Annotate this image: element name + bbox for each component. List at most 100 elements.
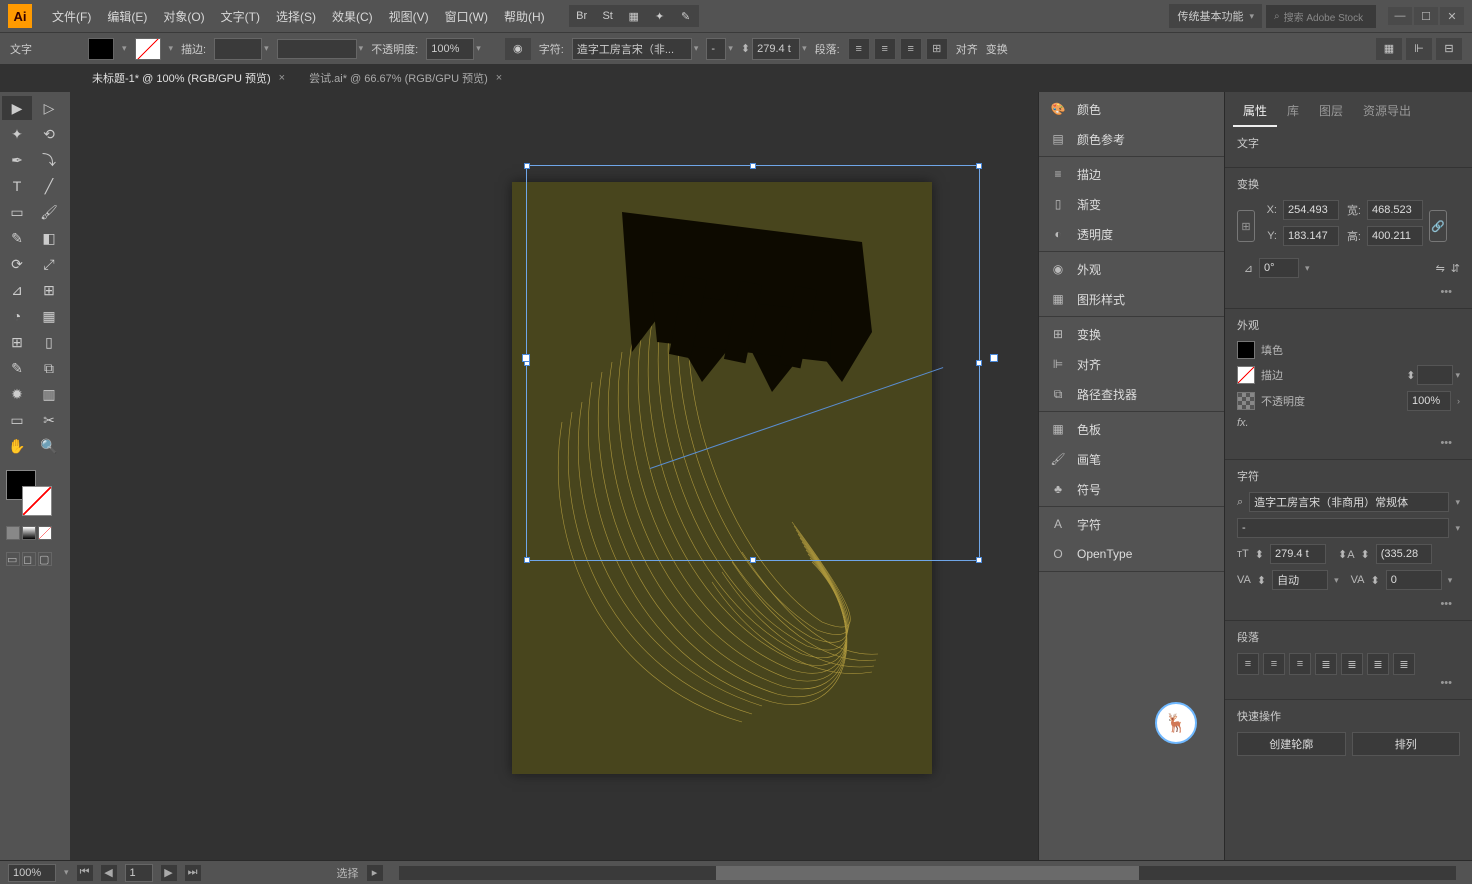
menu-select[interactable]: 选择(S): [268, 8, 324, 25]
width-tool[interactable]: ⊿: [2, 278, 32, 302]
align-center[interactable]: ≡: [874, 38, 896, 60]
more-options[interactable]: •••: [1237, 284, 1460, 300]
para-justify-center[interactable]: ≣: [1341, 653, 1363, 675]
shape-builder-tool[interactable]: ◔: [2, 304, 32, 328]
gradient-tool[interactable]: ▯: [34, 330, 64, 354]
selection-bounding-box[interactable]: [526, 165, 980, 561]
align-left[interactable]: ≡: [848, 38, 870, 60]
opacity-value[interactable]: [1407, 391, 1451, 411]
leading-input[interactable]: [1376, 544, 1432, 564]
eyedropper-tool[interactable]: ✎: [2, 356, 32, 380]
more-options[interactable]: •••: [1237, 435, 1460, 451]
x-input[interactable]: [1283, 200, 1339, 220]
panel-gradient[interactable]: ▯渐变: [1039, 189, 1224, 219]
menu-edit[interactable]: 编辑(E): [99, 8, 155, 25]
blend-tool[interactable]: ⧉: [34, 356, 64, 380]
menu-object[interactable]: 对象(O): [155, 8, 212, 25]
menu-effect[interactable]: 效果(C): [324, 8, 381, 25]
tab-layers[interactable]: 图层: [1309, 96, 1353, 127]
menu-window[interactable]: 窗口(W): [437, 8, 496, 25]
color-mode[interactable]: [6, 526, 20, 540]
arrange-button[interactable]: 排列: [1352, 732, 1461, 756]
fx-button[interactable]: fx.: [1237, 417, 1249, 429]
panel-pathfinder[interactable]: ⧉路径查找器: [1039, 379, 1224, 409]
artboard-tool[interactable]: ▭: [2, 408, 32, 432]
shaper-tool[interactable]: ✎: [2, 226, 32, 250]
panel-symbols[interactable]: ♣符号: [1039, 474, 1224, 504]
horizontal-scrollbar[interactable]: [399, 866, 1456, 880]
rectangle-tool[interactable]: ▭: [2, 200, 32, 224]
feather-icon[interactable]: ✎: [673, 5, 699, 27]
handle-br[interactable]: [976, 557, 982, 563]
para-align-left[interactable]: ≡: [1237, 653, 1259, 675]
kerning-input[interactable]: [1272, 570, 1328, 590]
selection-tool[interactable]: ▶: [2, 96, 32, 120]
panel-transparency[interactable]: ◐透明度: [1039, 219, 1224, 249]
tab-properties[interactable]: 属性: [1233, 96, 1277, 127]
y-input[interactable]: [1283, 226, 1339, 246]
panel-color-guide[interactable]: ▤颜色参考: [1039, 124, 1224, 154]
handle-tm[interactable]: [750, 163, 756, 169]
font-style[interactable]: ▾: [706, 38, 733, 60]
handle-tr[interactable]: [976, 163, 982, 169]
reference-point[interactable]: ⊞: [1237, 210, 1255, 242]
flip-v-icon[interactable]: ⇵: [1451, 262, 1460, 275]
align-caps[interactable]: ⊞: [926, 38, 948, 60]
prefs-icon[interactable]: ⊩: [1406, 38, 1432, 60]
type-tool[interactable]: T: [2, 174, 32, 198]
brush-select[interactable]: ▾: [277, 39, 364, 59]
handle-bl[interactable]: [524, 557, 530, 563]
flip-h-icon[interactable]: ⇋: [1436, 262, 1445, 275]
free-handle-left[interactable]: [522, 354, 530, 362]
scale-tool[interactable]: ⤢: [34, 252, 64, 276]
doc-setup-icon[interactable]: ▦: [1376, 38, 1402, 60]
curvature-tool[interactable]: ⤵: [34, 148, 64, 172]
pen-tool[interactable]: ✒: [2, 148, 32, 172]
font-family-input[interactable]: [1249, 492, 1449, 512]
menu-view[interactable]: 视图(V): [381, 8, 437, 25]
tab-libraries[interactable]: 库: [1277, 96, 1309, 127]
font-style-input[interactable]: [1237, 518, 1449, 538]
magic-wand-tool[interactable]: ✦: [2, 122, 32, 146]
handle-tl[interactable]: [524, 163, 530, 169]
handle-mr[interactable]: [976, 360, 982, 366]
workspace-selector[interactable]: 传统基本功能▾: [1169, 4, 1262, 28]
tab-asset-export[interactable]: 资源导出: [1353, 96, 1421, 127]
prev-artboard[interactable]: ◀: [101, 865, 117, 881]
font-size-input[interactable]: [1270, 544, 1326, 564]
rotate-tool[interactable]: ⟳: [2, 252, 32, 276]
para-justify-all[interactable]: ≣: [1393, 653, 1415, 675]
more-icon[interactable]: ⊟: [1436, 38, 1462, 60]
none-mode[interactable]: [38, 526, 52, 540]
more-options[interactable]: •••: [1237, 596, 1460, 612]
slice-tool[interactable]: ✂: [34, 408, 64, 432]
panel-graphic-styles[interactable]: ▦图形样式: [1039, 284, 1224, 314]
w-input[interactable]: [1367, 200, 1423, 220]
next-artboard[interactable]: ▶: [161, 865, 177, 881]
fill-swatch[interactable]: [88, 38, 114, 60]
panel-align[interactable]: ⊫对齐: [1039, 349, 1224, 379]
direct-selection-tool[interactable]: ▷: [34, 96, 64, 120]
font-size[interactable]: ⬍▾: [741, 38, 807, 60]
opacity-input[interactable]: ▾: [426, 38, 481, 60]
close-icon[interactable]: ×: [496, 72, 502, 84]
create-outlines-button[interactable]: 创建轮廓: [1237, 732, 1346, 756]
mesh-tool[interactable]: ⊞: [2, 330, 32, 354]
link-wh-icon[interactable]: 🔗: [1429, 210, 1447, 242]
search-stock[interactable]: ⌕搜索 Adobe Stock: [1266, 5, 1376, 28]
para-align-right[interactable]: ≡: [1289, 653, 1311, 675]
canvas[interactable]: [70, 92, 1038, 860]
stroke-width[interactable]: ▾: [214, 38, 269, 60]
stroke-swatch[interactable]: [135, 38, 161, 60]
window-close[interactable]: ✕: [1440, 7, 1464, 25]
stroke-color[interactable]: [22, 486, 52, 516]
gpu-icon[interactable]: ✦: [647, 5, 673, 27]
panel-color[interactable]: 🎨颜色: [1039, 94, 1224, 124]
para-justify-right[interactable]: ≣: [1367, 653, 1389, 675]
last-artboard[interactable]: ⏭: [185, 865, 201, 881]
eraser-tool[interactable]: ◧: [34, 226, 64, 250]
artboard-number[interactable]: [125, 864, 153, 882]
align-right[interactable]: ≡: [900, 38, 922, 60]
panel-swatches[interactable]: ▦色板: [1039, 414, 1224, 444]
panel-appearance[interactable]: ◉外观: [1039, 254, 1224, 284]
